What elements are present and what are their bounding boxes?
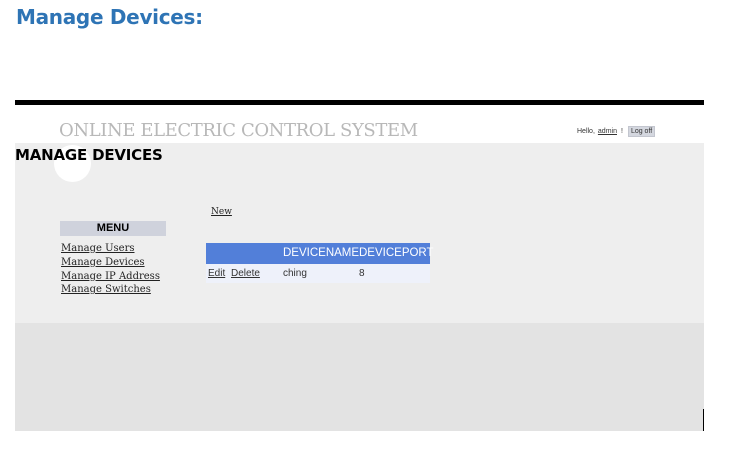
delete-link[interactable]: Delete bbox=[231, 264, 260, 283]
devices-table-header: DEVICENAME DEVICEPORT bbox=[206, 243, 434, 264]
footer-panel bbox=[15, 323, 704, 431]
edit-link[interactable]: Edit bbox=[208, 264, 225, 283]
greeting-separator: ! bbox=[620, 128, 623, 135]
document-heading: Manage Devices: bbox=[16, 5, 203, 29]
table-row: Edit Delete ching 8 bbox=[206, 264, 430, 283]
column-header-devicename: DEVICENAME bbox=[283, 247, 360, 259]
menu-item-manage-switches[interactable]: Manage Switches bbox=[61, 283, 160, 297]
menu-item-manage-ip-address[interactable]: Manage IP Address bbox=[61, 270, 160, 284]
site-title: ONLINE ELECTRIC CONTROL SYSTEM bbox=[59, 120, 418, 141]
greeting-text: Hello, bbox=[577, 128, 595, 135]
new-device-link[interactable]: New bbox=[211, 207, 232, 217]
text-cursor bbox=[703, 409, 704, 431]
menu-header: MENU bbox=[60, 221, 166, 236]
login-display: Hello, admin ! Log off bbox=[577, 126, 656, 137]
cell-deviceport: 8 bbox=[359, 268, 365, 279]
menu-item-manage-users[interactable]: Manage Users bbox=[61, 242, 160, 256]
cell-devicename: ching bbox=[283, 268, 307, 279]
page-title: MANAGE DEVICES bbox=[15, 146, 163, 164]
column-header-deviceport: DEVICEPORT bbox=[359, 247, 434, 259]
menu-item-manage-devices[interactable]: Manage Devices bbox=[61, 256, 160, 270]
header-rule bbox=[15, 100, 704, 105]
username-link[interactable]: admin bbox=[598, 128, 617, 135]
sidebar-menu: Manage Users Manage Devices Manage IP Ad… bbox=[61, 242, 160, 297]
logoff-button[interactable]: Log off bbox=[627, 126, 656, 137]
